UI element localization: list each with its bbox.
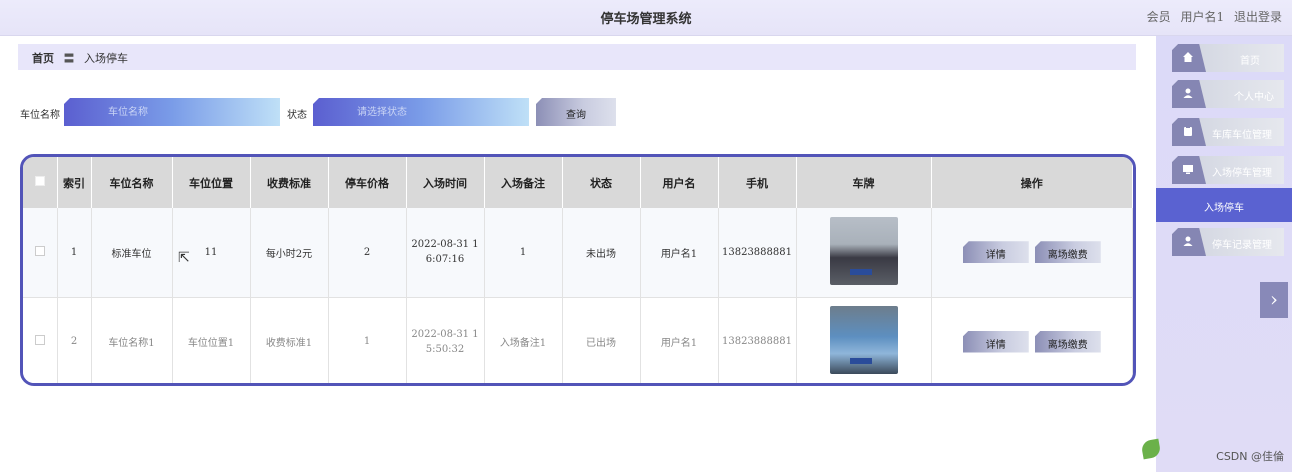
col-plate: 车牌: [796, 157, 932, 208]
detail-button[interactable]: 详情: [962, 330, 1029, 353]
status-label: 状态: [287, 110, 307, 121]
time-date-part: 2022-08-31 1: [411, 239, 479, 251]
cell-actions: 详情 离场缴费: [931, 208, 1133, 298]
cell-user: 用户名1: [640, 208, 719, 298]
col-note: 入场备注: [484, 157, 563, 208]
cell-index: 2: [57, 297, 92, 383]
col-index: 索引: [57, 157, 92, 208]
cell-price: 1: [328, 297, 407, 383]
cell-phone: 13823888881: [718, 208, 797, 298]
cell-status: 已出场: [562, 297, 641, 383]
cell-note: 1: [484, 208, 563, 298]
space-name-input[interactable]: [64, 98, 280, 126]
time-date-part: 2022-08-31 1: [411, 328, 479, 340]
time-clock-part: 5:50:32: [425, 343, 465, 355]
row-select-cell: [23, 297, 58, 383]
leave-pay-button[interactable]: 离场缴费: [1034, 241, 1101, 264]
cell-index: 1: [57, 208, 92, 298]
user-icon: [1172, 80, 1206, 108]
sidebar-item-entry-active[interactable]: 入场停车: [1156, 188, 1292, 222]
sidebar-item-label: 停车记录管理: [1212, 240, 1272, 251]
cell-plate: [796, 208, 932, 298]
plate-shape: [849, 268, 872, 275]
user-icon: [1172, 228, 1206, 256]
sidebar-item-label: 首页: [1240, 56, 1260, 67]
plate-photo[interactable]: [829, 306, 898, 374]
breadcrumb-home[interactable]: 首页: [32, 52, 54, 65]
cell-name: 车位名称1: [91, 297, 173, 383]
row-checkbox[interactable]: [34, 335, 45, 345]
sidebar-item-label: 车库车位管理: [1212, 130, 1272, 141]
sidebar-item-garage[interactable]: 车库车位管理: [1172, 118, 1284, 146]
sidebar-item-entry-manage[interactable]: 入场停车管理: [1172, 156, 1284, 184]
select-all-checkbox[interactable]: [34, 176, 45, 186]
home-icon: [1172, 44, 1206, 72]
monitor-icon: [1172, 156, 1206, 184]
cell-standard: 每小时2元: [250, 208, 329, 298]
chevron-right-icon[interactable]: ›: [1260, 282, 1288, 318]
col-price: 停车价格: [328, 157, 407, 208]
leave-pay-button[interactable]: 离场缴费: [1034, 330, 1101, 353]
time-clock-part: 6:07:16: [425, 254, 465, 266]
username-link[interactable]: 用户名1: [1181, 10, 1225, 24]
sidebar-item-label: 入场停车管理: [1212, 168, 1272, 179]
breadcrumb: 首页 〓 入场停车: [18, 44, 1136, 70]
cell-time: 2022-08-31 1 6:07:16: [406, 208, 485, 298]
row-checkbox[interactable]: [34, 245, 45, 256]
user-menu: 会员 用户名1 退出登录: [1141, 8, 1282, 25]
app-title: 停车场管理系统: [600, 12, 692, 27]
top-bar: 停车场管理系统 会员 用户名1 退出登录: [0, 0, 1292, 36]
row-select-cell: [23, 208, 58, 298]
sidebar-item-label: 个人中心: [1234, 92, 1274, 103]
cell-actions: 详情 离场缴费: [931, 297, 1133, 383]
space-name-label: 车位名称: [20, 110, 60, 121]
cell-note: 入场备注1: [484, 297, 563, 383]
sidebar: 首页 个人中心 车库车位管理 入场停车管理 入场停车 停车记录管理: [1156, 36, 1292, 472]
col-location: 车位位置: [172, 157, 251, 208]
plate-shape: [849, 358, 872, 364]
cell-plate: [796, 297, 932, 383]
cell-price: 2: [328, 208, 407, 298]
table-header: 索引 车位名称 车位位置 收费标准 停车价格 入场时间 入场备注 状态 用户名 …: [23, 157, 1133, 208]
sidebar-item-home[interactable]: 首页: [1172, 44, 1284, 72]
cell-user: 用户名1: [640, 297, 719, 383]
col-actions: 操作: [931, 157, 1133, 208]
detail-button[interactable]: 详情: [962, 241, 1029, 264]
cell-name: 标准车位: [91, 208, 173, 298]
breadcrumb-separator: 〓: [63, 52, 75, 65]
select-all-cell: [23, 157, 58, 208]
cell-phone: 13823888881: [718, 297, 797, 383]
cell-status: 未出场: [562, 208, 641, 298]
sidebar-item-records[interactable]: 停车记录管理: [1172, 228, 1284, 256]
cell-location: 车位位置1: [172, 297, 251, 383]
sidebar-item-profile[interactable]: 个人中心: [1172, 80, 1284, 108]
col-status: 状态: [562, 157, 641, 208]
col-name: 车位名称: [91, 157, 173, 208]
col-standard: 收费标准: [250, 157, 329, 208]
cell-time: 2022-08-31 1 5:50:32: [406, 297, 485, 383]
plate-photo[interactable]: [829, 216, 898, 285]
query-button[interactable]: 查询: [536, 98, 616, 126]
col-phone: 手机: [718, 157, 797, 208]
cell-standard: 收费标准1: [250, 297, 329, 383]
col-user: 用户名: [640, 157, 719, 208]
watermark: CSDN @佳倫: [1216, 450, 1284, 463]
member-link[interactable]: 会员: [1147, 10, 1171, 24]
logout-link[interactable]: 退出登录: [1234, 10, 1282, 24]
mouse-cursor-icon: ⇱: [178, 250, 190, 266]
status-select[interactable]: [313, 98, 529, 126]
clipboard-icon: [1172, 118, 1206, 146]
breadcrumb-current: 入场停车: [84, 52, 128, 65]
parking-table: 索引 车位名称 车位位置 收费标准 停车价格 入场时间 入场备注 状态 用户名 …: [20, 154, 1136, 386]
table-row: 2 车位名称1 车位位置1 收费标准1 1 2022-08-31 1 5:50:3…: [23, 297, 1133, 383]
col-time: 入场时间: [406, 157, 485, 208]
